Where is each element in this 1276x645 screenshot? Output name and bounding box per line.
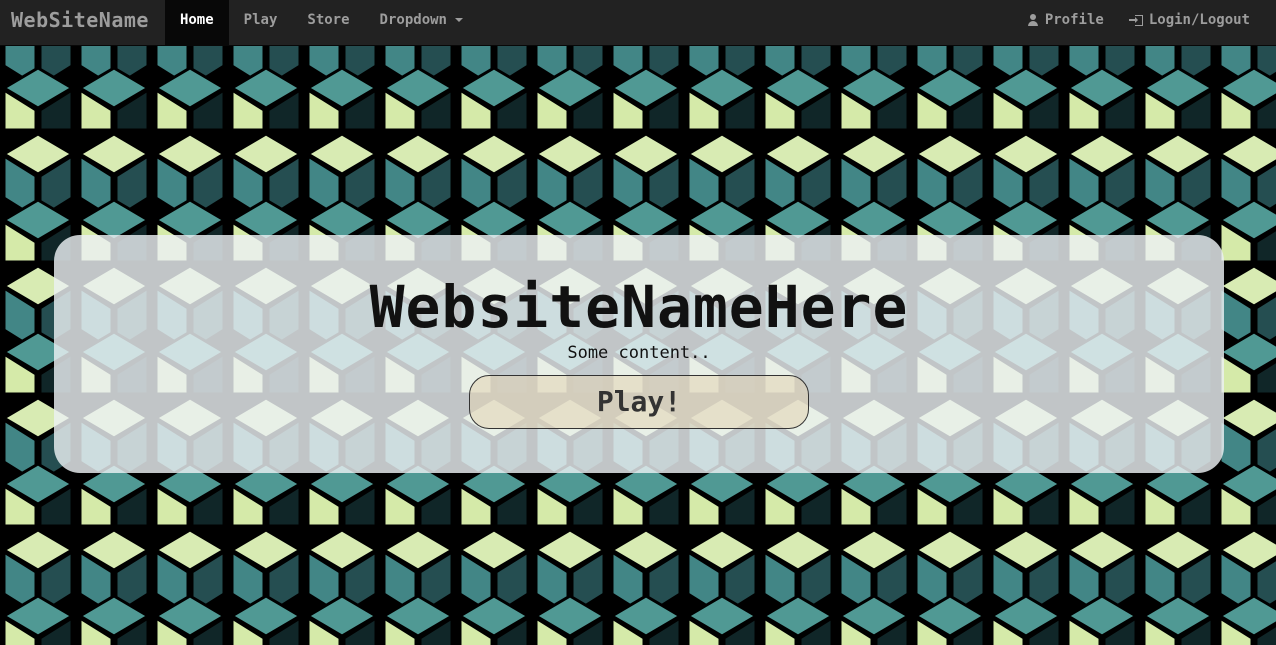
main-nav: Home Play Store Dropdown: [164, 0, 478, 45]
hero-title: WebsiteNameHere: [369, 273, 909, 341]
nav-item-profile[interactable]: Profile: [1013, 0, 1118, 45]
nav-item-label: Home: [179, 12, 214, 28]
nav-item-home[interactable]: Home: [164, 0, 229, 45]
user-icon: [1027, 14, 1039, 26]
top-navbar: WebSiteName Home Play Store Dropdown Pro…: [0, 0, 1276, 46]
nav-item-play[interactable]: Play: [229, 0, 293, 45]
hero-subtitle: Some content..: [567, 343, 711, 363]
nav-item-label: Profile: [1044, 12, 1104, 28]
nav-item-label: Play: [243, 12, 278, 28]
nav-item-dropdown[interactable]: Dropdown: [365, 0, 478, 45]
play-button[interactable]: Play!: [469, 375, 809, 429]
caret-down-icon: [454, 18, 463, 22]
nav-item-label: Store: [307, 12, 350, 28]
nav-item-label: Login/Logout: [1148, 12, 1250, 28]
right-nav: Profile Login/Logout: [1013, 0, 1276, 45]
login-icon: [1128, 15, 1143, 26]
nav-item-login[interactable]: Login/Logout: [1118, 0, 1264, 45]
hero-panel: WebsiteNameHere Some content.. Play!: [54, 235, 1224, 473]
nav-item-label: Dropdown: [379, 12, 447, 28]
brand-logo[interactable]: WebSiteName: [0, 0, 165, 45]
nav-item-store[interactable]: Store: [292, 0, 364, 45]
